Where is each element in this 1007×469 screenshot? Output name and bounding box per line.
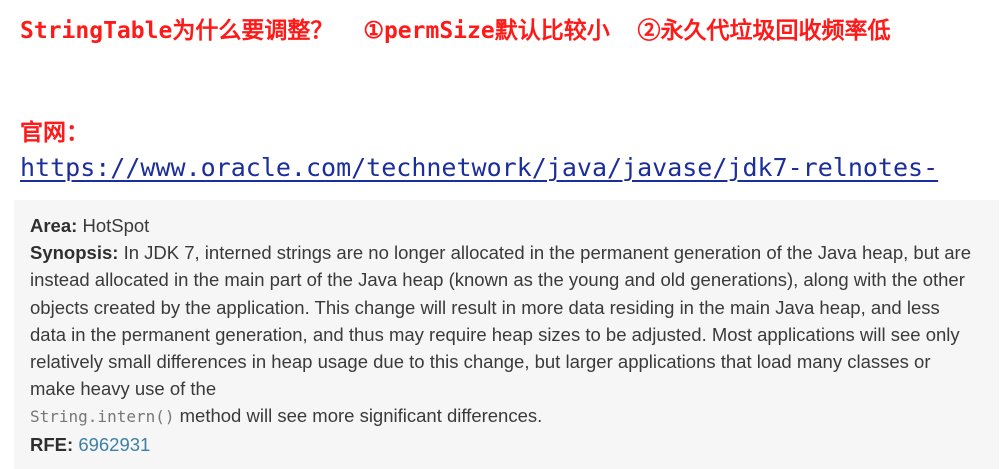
heading-title: StringTable为什么要调整？: [20, 18, 334, 44]
string-intern-code: String.intern(): [30, 407, 175, 427]
synopsis-tail: method will see more significant differe…: [179, 405, 543, 427]
official-site-link[interactable]: https://www.oracle.com/technetwork/java/…: [20, 150, 995, 200]
area-line: Area: HotSpot: [30, 212, 980, 239]
synopsis-text: In JDK 7, interned strings are no longer…: [30, 242, 971, 400]
rfe-label: RFE:: [30, 433, 74, 455]
area-value: HotSpot: [82, 215, 150, 236]
release-note-panel: Area: HotSpot Synopsis: In JDK 7, intern…: [14, 200, 999, 469]
official-site-label: 官网：: [20, 120, 89, 146]
heading-reason-2: ②永久代垃圾回收频率低: [637, 18, 891, 44]
synopsis-label: Synopsis:: [30, 242, 119, 264]
rfe-link[interactable]: 6962931: [78, 434, 150, 455]
heading-reason-1: ①permSize默认比较小: [363, 18, 610, 44]
synopsis-paragraph: Synopsis: In JDK 7, interned strings are…: [30, 239, 980, 430]
rfe-line: RFE: 6962931: [30, 431, 980, 458]
slide-header-area: StringTable为什么要调整？ ①permSize默认比较小 ②永久代垃圾回…: [0, 0, 1007, 200]
area-label: Area:: [30, 215, 78, 236]
slide-heading: StringTable为什么要调整？ ①permSize默认比较小 ②永久代垃圾回…: [20, 16, 995, 47]
release-note: Area: HotSpot Synopsis: In JDK 7, intern…: [30, 212, 980, 458]
